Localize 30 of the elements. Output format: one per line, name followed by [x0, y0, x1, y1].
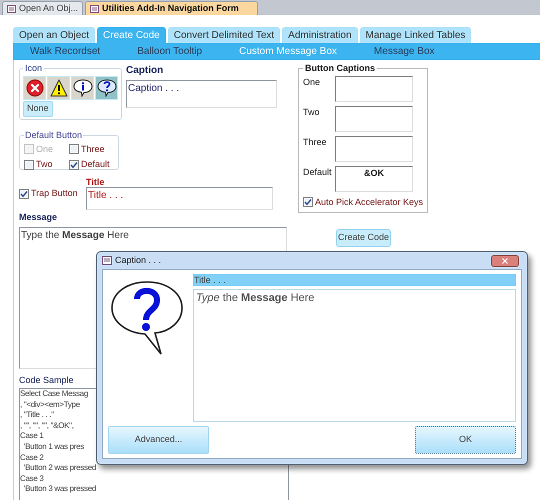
checkbox-label: One [36, 142, 54, 156]
message-label: Message [19, 211, 58, 224]
dialog-title: Caption . . . [115, 254, 162, 267]
code-sample-label: Code Sample [19, 374, 75, 387]
field-label: Two [303, 106, 321, 118]
code-line: , "<div><em>Type [20, 400, 80, 410]
code-line: Case 1 [20, 431, 44, 442]
checkbox-label: Default [81, 158, 110, 171]
checkbox-label: Two [36, 158, 53, 171]
checkbox-label: Three [81, 142, 105, 156]
code-line: 'Button 3 was pressed [22, 484, 96, 495]
code-line: Select Case Messag [20, 389, 88, 400]
checkbox-label: Trap Button [31, 187, 78, 200]
code-line: , "Title . . ." [20, 410, 54, 421]
field-label: One [303, 76, 322, 88]
dialog-heading: Title . . . [193, 274, 516, 286]
code-line: 'Button 1 was pres [22, 442, 84, 453]
group-label: Icon [24, 62, 44, 75]
field-label: Default [303, 166, 333, 178]
code-line: , "", "", "", "&OK", [20, 420, 74, 432]
group-label: Button Captions [304, 62, 376, 75]
code-line: Case 3 [20, 474, 44, 484]
checkbox-label: Auto Pick Accelerator Keys [315, 196, 424, 209]
code-line: 'Button 2 was pressed [22, 463, 96, 474]
title-label: Title [86, 177, 106, 187]
caption-label: Caption [126, 64, 164, 78]
field-label: Three [303, 136, 328, 148]
group-label: Default Button [24, 129, 84, 142]
dialog-message: Type the Message Here [193, 289, 516, 422]
code-line: Case 2 [20, 452, 44, 464]
